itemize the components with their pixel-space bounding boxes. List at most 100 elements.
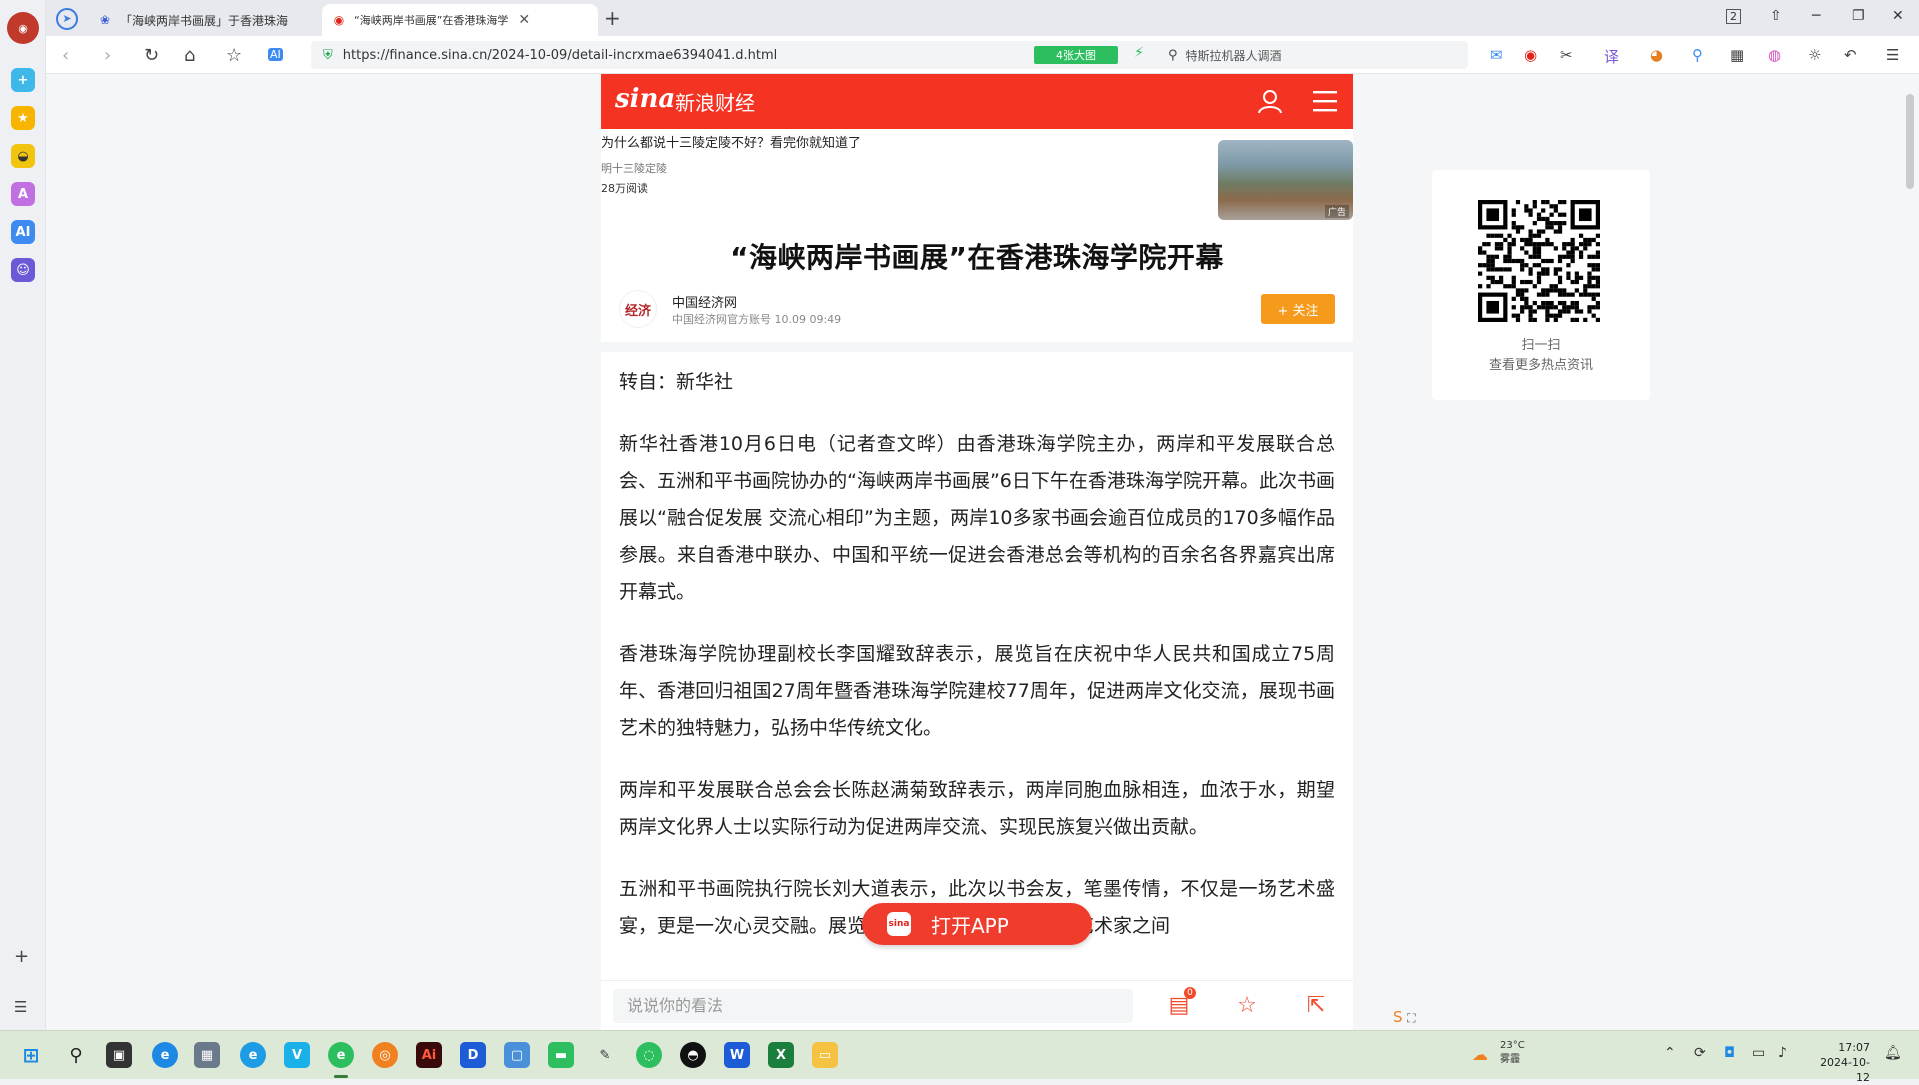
robot-icon[interactable]: ☺ [11,258,35,282]
minimize-button[interactable]: ─ [1812,8,1820,24]
magnifier-icon[interactable]: ⚲ [1692,46,1703,64]
tab-bar: ➤ ❀ 「海峡两岸书画展」于香港珠海 ◉ “海峡两岸书画展”在香港珠海学 ✕ +… [46,0,1919,36]
excel-icon[interactable]: X [768,1042,794,1068]
weather-widget[interactable]: 23°C 雾霾 [1500,1039,1525,1067]
channel-title[interactable]: 新浪财经 [675,87,755,116]
edge-browser-icon[interactable]: e [152,1042,178,1068]
open-app-button[interactable]: sina 打开APP [862,903,1092,945]
display-icon[interactable]: ▭ [1752,1045,1765,1061]
ad-read-count: 28万阅读 [601,182,648,195]
follow-button[interactable]: + 关注 [1261,294,1335,324]
section-divider [601,342,1353,352]
sogou-ime-icon[interactable]: S ⛶ [1393,1008,1416,1026]
360-browser-icon[interactable]: e [328,1042,354,1068]
game-icon[interactable]: ◕ [1650,46,1663,64]
lightning-icon[interactable]: ⚡ [1134,45,1144,61]
hamburger-menu-icon[interactable] [1313,90,1337,112]
notification-bell-icon[interactable]: 🔔︎ [1884,1045,1902,1061]
article-headline: “海峡两岸书画展”在香港珠海学院开幕 [730,241,1224,274]
file-explorer-icon[interactable]: ▭ [812,1042,838,1068]
ad-image[interactable]: 广告 [1218,140,1353,220]
comment-count-badge: 0 [1184,987,1196,999]
image-extension-badge[interactable]: 4张大图 [1034,46,1118,64]
system-clock[interactable]: 17:07 2024-10-12 [1810,1040,1870,1085]
undo-icon[interactable]: ↶ [1844,46,1857,64]
windows-start-icon[interactable]: ⊞ [18,1042,44,1068]
ie-browser-icon[interactable]: e [240,1042,266,1068]
wechat-icon[interactable]: ◌ [636,1042,662,1068]
scroll-thumb[interactable] [1906,94,1914,189]
comment-bar: 说说你的看法 ▤ 0 ☆ ⇱ [601,980,1353,1030]
sina-logo[interactable]: sina [615,84,675,120]
tab-2[interactable]: ◉ “海峡两岸书画展”在香港珠海学 ✕ [322,4,598,36]
close-window-button[interactable]: ✕ [1892,8,1904,24]
weibo-icon[interactable]: ◉ [1524,46,1537,64]
vertical-scrollbar[interactable] [1901,74,1919,1030]
reload-button[interactable]: ↻ [144,45,159,66]
ai-toolbar-icon[interactable]: AI [268,48,283,61]
app-d-icon[interactable]: D [460,1042,486,1068]
forward-button[interactable]: › [104,45,111,66]
comments-icon[interactable]: ▤ 0 [1166,987,1196,1019]
close-tab-icon[interactable]: ✕ [518,12,530,28]
network-app-icon[interactable]: ◘ [1724,1045,1735,1061]
translate-icon[interactable]: 译 [1604,46,1619,67]
grid-apps-icon[interactable]: ▦ [1730,46,1744,64]
add-note-icon[interactable]: + [11,68,35,92]
list-menu-icon[interactable]: ☰ [14,998,27,1016]
search-placeholder: 特斯拉机器人调酒 [1185,48,1282,63]
tray-expand-icon[interactable]: ⌃ [1664,1045,1676,1061]
author-meta: 中国经济网官方账号 10.09 09:49 [672,313,842,326]
window-count-badge[interactable]: 2 [1726,9,1741,24]
sina-header: sina 新浪财经 [601,74,1353,129]
game-controller-icon[interactable]: ◒ [11,144,35,168]
weather-icon: ☁ [1472,1045,1488,1064]
article-paragraph: 转自：新华社 [619,371,734,393]
ai-icon[interactable]: AI [11,220,35,244]
ad-title[interactable]: 为什么都说十三陵定陵不好？看完你就知道了 [601,132,861,151]
chrome-like-icon[interactable]: ◎ [372,1042,398,1068]
address-bar[interactable]: ⛨ https://finance.sina.cn/2024-10-09/det… [311,41,1186,69]
main-menu-icon[interactable]: ☰ [1886,46,1899,64]
volume-icon[interactable]: ♪ [1778,1045,1787,1061]
wallet-app-icon[interactable]: ▬ [548,1042,574,1068]
scissors-icon[interactable]: ✂ [1560,46,1573,64]
article-paragraph: 新华社香港10月6日电（记者查文晔）由香港珠海学院主办，两岸和平发展联合总会、五… [619,433,1335,603]
home-button[interactable]: ⌂ [184,45,195,66]
skin-icon[interactable]: ⇧ [1770,8,1782,24]
back-button[interactable]: ‹ [62,45,69,66]
share-icon[interactable]: ⇱ [1303,993,1329,1019]
ai-assistant-icon[interactable]: A [11,182,35,206]
sync-icon[interactable]: ⟳ [1694,1045,1706,1061]
add-icon[interactable]: + [14,946,29,967]
pen-icon[interactable]: ✎ [592,1042,618,1068]
qq-penguin-icon[interactable]: ◓ [680,1042,706,1068]
adobe-illustrator-icon[interactable]: Ai [416,1042,442,1068]
restore-button[interactable]: ❐ [1852,8,1865,24]
calculator-icon[interactable]: ▦ [194,1042,220,1068]
search-icon[interactable]: ⚲ [63,1042,89,1068]
qr-caption: 扫一扫 [1521,338,1561,353]
bookmark-star-button[interactable]: ☆ [226,45,242,66]
task-view-icon[interactable]: ▣ [106,1042,132,1068]
site-favicon-icon: ❀ [99,13,111,27]
app-v-icon[interactable]: V [284,1042,310,1068]
comment-input[interactable]: 说说你的看法 [613,989,1133,1023]
user-icon[interactable] [1257,88,1283,114]
address-toolbar: ‹ › ↻ ⌂ ☆ AI ⛨ https://finance.sina.cn/2… [46,36,1919,74]
author-avatar[interactable]: 经济 [619,290,657,328]
favorites-star-icon[interactable]: ★ [11,106,35,130]
navigate-icon[interactable]: ➤ [56,8,78,30]
favorite-star-icon[interactable]: ☆ [1234,993,1260,1019]
mail-icon[interactable]: ✉ [1490,46,1503,64]
user-avatar[interactable]: ◉ [7,12,39,44]
article-paragraph: 香港珠海学院协理副校长李国耀致辞表示，展览旨在庆祝中华人民共和国成立75周年、香… [619,643,1335,739]
author-row: 经济 中国经济网 中国经济网官方账号 10.09 09:49 + 关注 [619,290,1335,330]
new-tab-button[interactable]: + [604,6,621,30]
word-icon[interactable]: W [724,1042,750,1068]
author-name[interactable]: 中国经济网 [672,292,737,311]
search-input[interactable]: ⚲ 特斯拉机器人调酒 [1158,41,1468,69]
color-wheel-icon[interactable]: ◍ [1768,46,1781,64]
window-app-icon[interactable]: ▢ [504,1042,530,1068]
brightness-icon[interactable]: ☼ [1808,46,1821,64]
